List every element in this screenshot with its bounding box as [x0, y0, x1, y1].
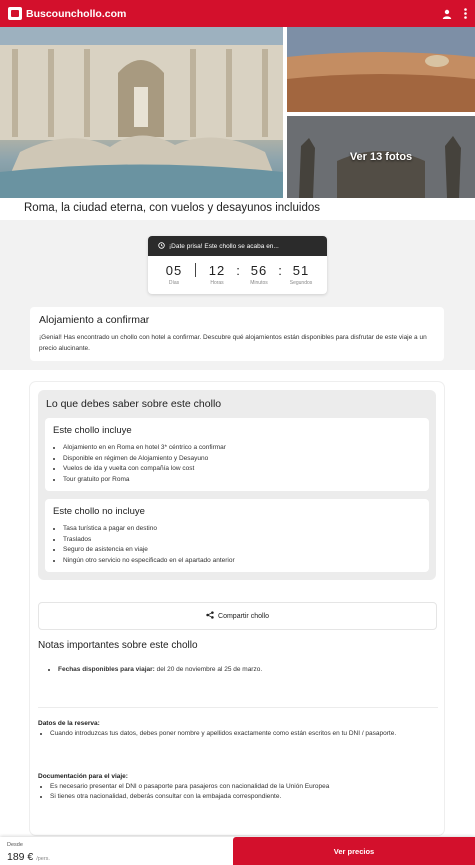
not-includes-heading: Este chollo no incluye — [53, 506, 145, 517]
countdown-hours-label: Horas — [210, 280, 224, 286]
countdown-seconds-label: Segundos — [289, 280, 313, 286]
price-value: 189 € — [7, 851, 34, 863]
includes-list: Alojamiento en en Roma en hotel 3* céntr… — [53, 443, 421, 485]
countdown-values: 05 Días 12 Horas : 56 Minutos : 51 Segun… — [148, 256, 327, 286]
logo-icon — [8, 7, 22, 20]
logo[interactable]: Buscounchollo.com — [8, 7, 126, 20]
price-bar: Desde 189 € /pers. Ver precios — [0, 837, 475, 865]
see-all-photos-button[interactable]: Ver 13 fotos — [287, 116, 475, 198]
rome-skyline-illustration — [287, 27, 475, 112]
trevi-fountain-illustration — [0, 27, 283, 198]
dates-label: Fechas disponibles para viajar: — [58, 666, 155, 673]
countdown-header-text: ¡Date prisa! Este chollo se acaba en... — [169, 242, 279, 250]
countdown-minutes: 56 Minutos — [241, 263, 277, 286]
logo-text: Buscounchollo.com — [26, 7, 127, 20]
countdown-days-label: Días — [168, 280, 180, 286]
list-item: Seguro de asistencia en viaje — [63, 545, 421, 556]
dates-value: del 20 de noviembre al 25 de marzo. — [154, 666, 263, 673]
list-item: Alojamiento en en Roma en hotel 3* céntr… — [63, 443, 421, 454]
countdown-hours-value: 12 — [208, 263, 226, 278]
user-icon[interactable] — [442, 9, 452, 19]
clock-icon — [158, 241, 165, 251]
includes-heading: Este chollo incluye — [53, 425, 132, 436]
list-item: Tasa turística a pagar en destino — [63, 524, 421, 535]
from-label: Desde — [7, 842, 23, 848]
dates-list: Fechas disponibles para viajar: del 20 d… — [38, 665, 438, 675]
countdown-days: 05 Días — [156, 263, 192, 286]
countdown-hours: 12 Horas — [199, 263, 235, 286]
countdown-timer: ¡Date prisa! Este chollo se acaba en... … — [148, 236, 327, 294]
reservation-heading: Datos de la reserva: — [38, 720, 100, 727]
includes-box: Este chollo incluye Alojamiento en en Ro… — [45, 418, 429, 491]
share-icon — [206, 611, 214, 621]
gallery-photo-castel-santangelo[interactable]: Ver 13 fotos — [287, 116, 475, 198]
important-notes: Notas importantes sobre este chollo Fech… — [38, 640, 438, 802]
countdown-seconds-value: 51 — [292, 263, 310, 278]
countdown-minutes-value: 56 — [250, 263, 268, 278]
see-prices-button[interactable]: Ver precios — [233, 837, 475, 865]
not-includes-list: Tasa turística a pagar en destino Trasla… — [53, 524, 421, 566]
top-icons — [442, 8, 467, 19]
not-includes-box: Este chollo no incluye Tasa turística a … — [45, 499, 429, 572]
countdown-header: ¡Date prisa! Este chollo se acaba en... — [148, 236, 327, 256]
info-heading: Lo que debes saber sobre este chollo — [46, 398, 222, 410]
accommodation-text: ¡Genial! Has encontrado un chollo con ho… — [39, 334, 427, 352]
documentation-heading: Documentación para el viaje: — [38, 773, 128, 780]
gallery-photo-rome-view[interactable] — [287, 27, 475, 112]
list-item: Traslados — [63, 535, 421, 546]
info-panel: Lo que debes saber sobre este chollo Est… — [38, 390, 436, 580]
reservation-list: Cuando introduzcas tus datos, debes pone… — [38, 729, 438, 739]
list-item: Cuando introduzcas tus datos, debes pone… — [50, 729, 438, 739]
per-person-label: /pers. — [36, 856, 50, 862]
countdown-bar-separator — [195, 263, 196, 277]
share-button[interactable]: Compartir chollo — [38, 602, 437, 630]
menu-icon[interactable] — [464, 8, 467, 19]
list-item: Disponible en régimen de Alojamiento y D… — [63, 454, 421, 465]
offer-title: Roma, la ciudad eterna, con vuelos y des… — [0, 198, 475, 220]
share-label: Compartir chollo — [218, 612, 269, 620]
accommodation-card: Alojamiento a confirmar ¡Genial! Has enc… — [30, 307, 444, 361]
top-bar: Buscounchollo.com — [0, 0, 475, 27]
list-item: Si tienes otra nacionalidad, deberás con… — [50, 792, 438, 802]
documentation-list: Es necesario presentar el DNI o pasaport… — [38, 782, 438, 802]
list-item: Ningún otro servicio no especificado en … — [63, 556, 421, 567]
photo-gallery: Ver 13 fotos — [0, 27, 475, 198]
list-item: Fechas disponibles para viajar: del 20 d… — [58, 665, 438, 675]
countdown-seconds: 51 Segundos — [283, 263, 319, 286]
list-item: Vuelos de ida y vuelta con compañía low … — [63, 464, 421, 475]
price: 189 € /pers. — [7, 851, 50, 863]
list-item: Tour gratuito por Roma — [63, 475, 421, 486]
accommodation-heading: Alojamiento a confirmar — [39, 314, 150, 326]
countdown-days-value: 05 — [165, 263, 183, 278]
list-item: Es necesario presentar el DNI o pasaport… — [50, 782, 438, 792]
notes-heading: Notas importantes sobre este chollo — [38, 640, 198, 651]
divider — [38, 707, 438, 708]
countdown-minutes-label: Minutos — [250, 280, 268, 286]
gallery-main-photo[interactable] — [0, 27, 283, 198]
